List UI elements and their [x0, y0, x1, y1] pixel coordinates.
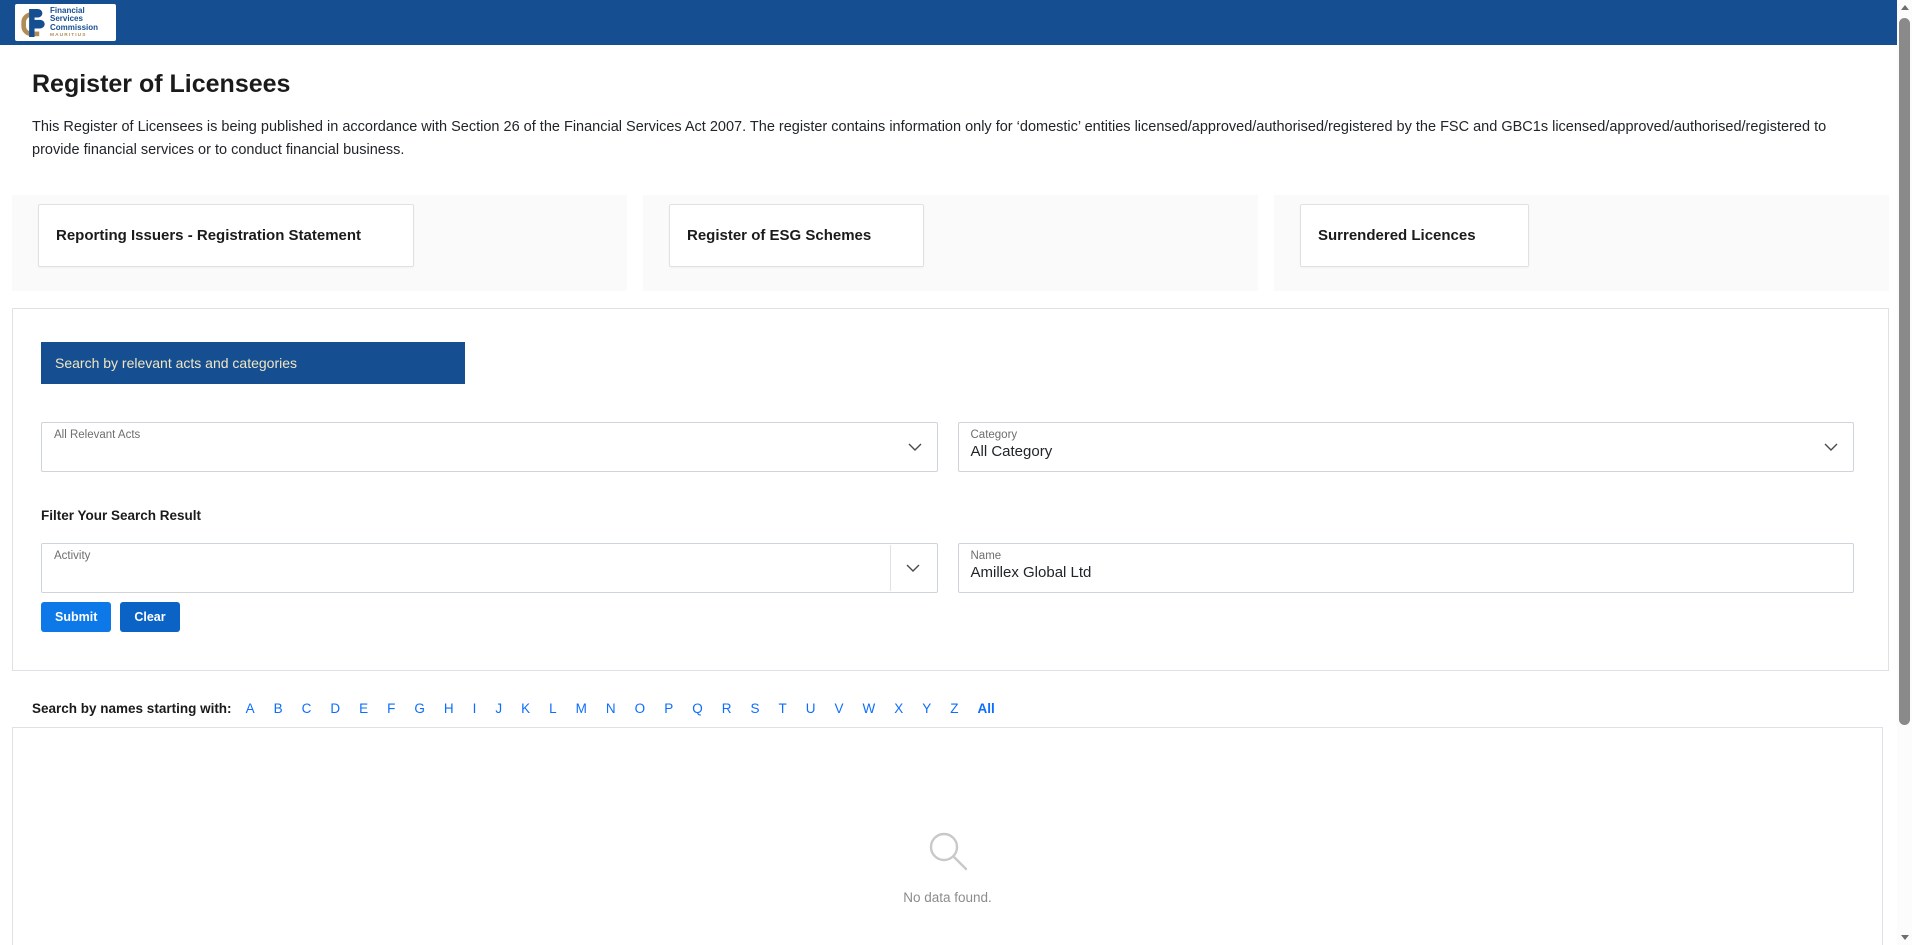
- quick-link-block: Surrendered Licences: [1274, 195, 1889, 292]
- activity-label: Activity: [54, 550, 91, 563]
- search-panel: Search by relevant acts and categories A…: [12, 308, 1889, 672]
- relevant-acts-select[interactable]: All Relevant Acts: [41, 422, 938, 473]
- letter-link-s[interactable]: S: [750, 701, 759, 716]
- letter-link-d[interactable]: D: [330, 701, 340, 716]
- vertical-scrollbar[interactable]: [1897, 0, 1912, 945]
- search-icon: [929, 833, 967, 871]
- reporting-issuers-card[interactable]: Reporting Issuers - Registration Stateme…: [38, 204, 415, 268]
- page-description: This Register of Licensees is being publ…: [32, 119, 1827, 159]
- letter-link-c[interactable]: C: [302, 701, 312, 716]
- quick-link-block: Register of ESG Schemes: [643, 195, 1258, 292]
- letter-link-j[interactable]: J: [495, 701, 502, 716]
- quick-link-block: Reporting Issuers - Registration Stateme…: [12, 195, 627, 292]
- fsc-logo[interactable]: Financial Services Commission MAURITIUS: [15, 4, 116, 41]
- quick-link-label: Reporting Issuers - Registration Stateme…: [56, 227, 362, 245]
- esg-schemes-card[interactable]: Register of ESG Schemes: [669, 204, 925, 268]
- letter-link-q[interactable]: Q: [692, 701, 703, 716]
- results-panel: No data found.: [12, 727, 1883, 945]
- tab-search-by-acts[interactable]: Search by relevant acts and categories: [41, 342, 465, 385]
- letter-link-p[interactable]: P: [664, 701, 673, 716]
- surrendered-licences-card[interactable]: Surrendered Licences: [1300, 204, 1529, 268]
- letter-link-e[interactable]: E: [359, 701, 368, 716]
- chevron-down-icon: [906, 559, 920, 577]
- letter-link-all[interactable]: All: [978, 701, 995, 716]
- app-header: Financial Services Commission MAURITIUS: [0, 0, 1912, 45]
- letter-link-l[interactable]: L: [549, 701, 557, 716]
- letter-link-w[interactable]: W: [863, 701, 876, 716]
- alphabet-letters: A B C D E F G H I J K L M N O P Q R S T U V W X Y Z: [246, 701, 959, 716]
- category-value: All Category: [970, 443, 1053, 461]
- chevron-down-icon: [1824, 438, 1838, 456]
- letter-link-i[interactable]: I: [473, 701, 477, 716]
- alphabet-filter-label: Search by names starting with:: [32, 701, 232, 717]
- relevant-acts-label: All Relevant Acts: [54, 429, 141, 442]
- quick-link-label: Register of ESG Schemes: [687, 227, 872, 245]
- scrollbar-thumb[interactable]: [1899, 18, 1910, 725]
- letter-link-r[interactable]: R: [722, 701, 732, 716]
- letter-link-f[interactable]: F: [387, 701, 395, 716]
- name-value: Amillex Global Ltd: [970, 564, 1092, 582]
- clear-button[interactable]: Clear: [120, 602, 180, 633]
- letter-link-u[interactable]: U: [806, 701, 816, 716]
- letter-link-v[interactable]: V: [834, 701, 843, 716]
- page-title: Register of Licensees: [32, 70, 291, 98]
- category-select[interactable]: Category All Category: [957, 422, 1854, 473]
- quick-link-label: Surrendered Licences: [1318, 227, 1476, 245]
- letter-link-a[interactable]: A: [246, 701, 255, 716]
- alphabet-filter: Search by names starting with: A B C D E F G H I…: [32, 701, 1889, 716]
- letter-link-z[interactable]: Z: [950, 701, 958, 716]
- name-label: Name: [970, 550, 1002, 563]
- chevron-down-icon: [908, 438, 922, 456]
- letter-link-k[interactable]: K: [521, 701, 530, 716]
- letter-link-m[interactable]: M: [576, 701, 587, 716]
- fsc-logo-text: Financial Services Commission MAURITIUS: [50, 5, 99, 39]
- letter-link-n[interactable]: N: [606, 701, 616, 716]
- letter-link-g[interactable]: G: [414, 701, 425, 716]
- fsc-logo-icon: [21, 8, 45, 37]
- letter-link-t[interactable]: T: [778, 701, 786, 716]
- submit-button[interactable]: Submit: [41, 602, 112, 633]
- letter-link-x[interactable]: X: [894, 701, 903, 716]
- quick-links-row: Reporting Issuers - Registration Stateme…: [12, 195, 1889, 292]
- filter-heading: Filter Your Search Result: [41, 508, 202, 524]
- activity-select[interactable]: Activity: [41, 543, 938, 594]
- letter-link-h[interactable]: H: [444, 701, 454, 716]
- button-row: Submit Clear: [41, 602, 1854, 633]
- search-row-2: Activity Name Amillex Global Ltd: [41, 543, 1854, 594]
- letter-link-o[interactable]: O: [635, 701, 646, 716]
- name-field[interactable]: Name Amillex Global Ltd: [957, 543, 1854, 594]
- letter-link-y[interactable]: Y: [922, 701, 931, 716]
- scroll-down-arrow-icon[interactable]: [1897, 930, 1912, 945]
- letter-link-b[interactable]: B: [274, 701, 283, 716]
- scroll-up-arrow-icon[interactable]: [1897, 0, 1912, 15]
- search-row-1: All Relevant Acts Category All Category: [41, 422, 1854, 473]
- category-label: Category: [970, 429, 1018, 442]
- empty-message: No data found.: [903, 890, 992, 906]
